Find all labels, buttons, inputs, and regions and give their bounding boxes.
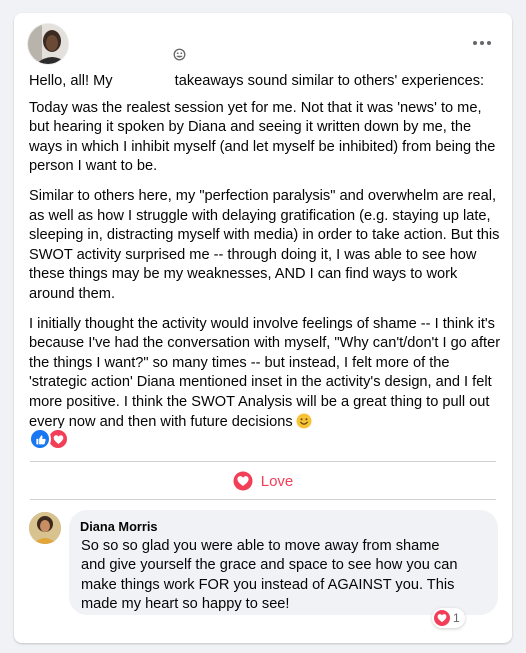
post-text: Hello, all! My takeaways sound similar t… [29, 72, 501, 445]
smile-emoji-icon [296, 413, 312, 436]
commenter-avatar[interactable] [29, 512, 61, 544]
love-action-icon [233, 471, 253, 491]
comment-author[interactable]: Diana Morris [80, 519, 486, 535]
more-options-icon[interactable] [464, 31, 500, 55]
post-header [14, 13, 512, 73]
audience-icon[interactable] [172, 47, 186, 61]
post-intro-before: Hello, all! My [29, 73, 113, 89]
author-avatar[interactable] [28, 24, 68, 64]
love-icon [434, 610, 450, 626]
post-reactions[interactable] [29, 428, 69, 450]
comment-text: So so so glad you were able to move away… [81, 538, 458, 613]
post-paragraph: Today was the realest session yet for me… [29, 99, 496, 175]
love-label: Love [260, 472, 294, 490]
like-icon [29, 428, 51, 450]
comment-reaction-badge[interactable]: 1 [432, 608, 465, 628]
divider [30, 461, 496, 462]
divider [30, 499, 496, 500]
post-paragraph: Similar to others here, my "perfection p… [29, 187, 500, 302]
post-intro: Hello, all! My takeaways sound similar t… [29, 72, 501, 92]
post-intro-after: takeaways sound similar to others' exper… [174, 73, 485, 89]
comment-reaction-count: 1 [453, 611, 460, 625]
post-card: Hello, all! My takeaways sound similar t… [14, 13, 512, 643]
comment-bubble: Diana Morris So so so glad you were able… [69, 510, 498, 615]
post-paragraph-last: I initially thought the activity would i… [29, 315, 501, 436]
love-button[interactable]: Love [30, 465, 496, 497]
post-paragraph-text: I initially thought the activity would i… [29, 315, 501, 430]
